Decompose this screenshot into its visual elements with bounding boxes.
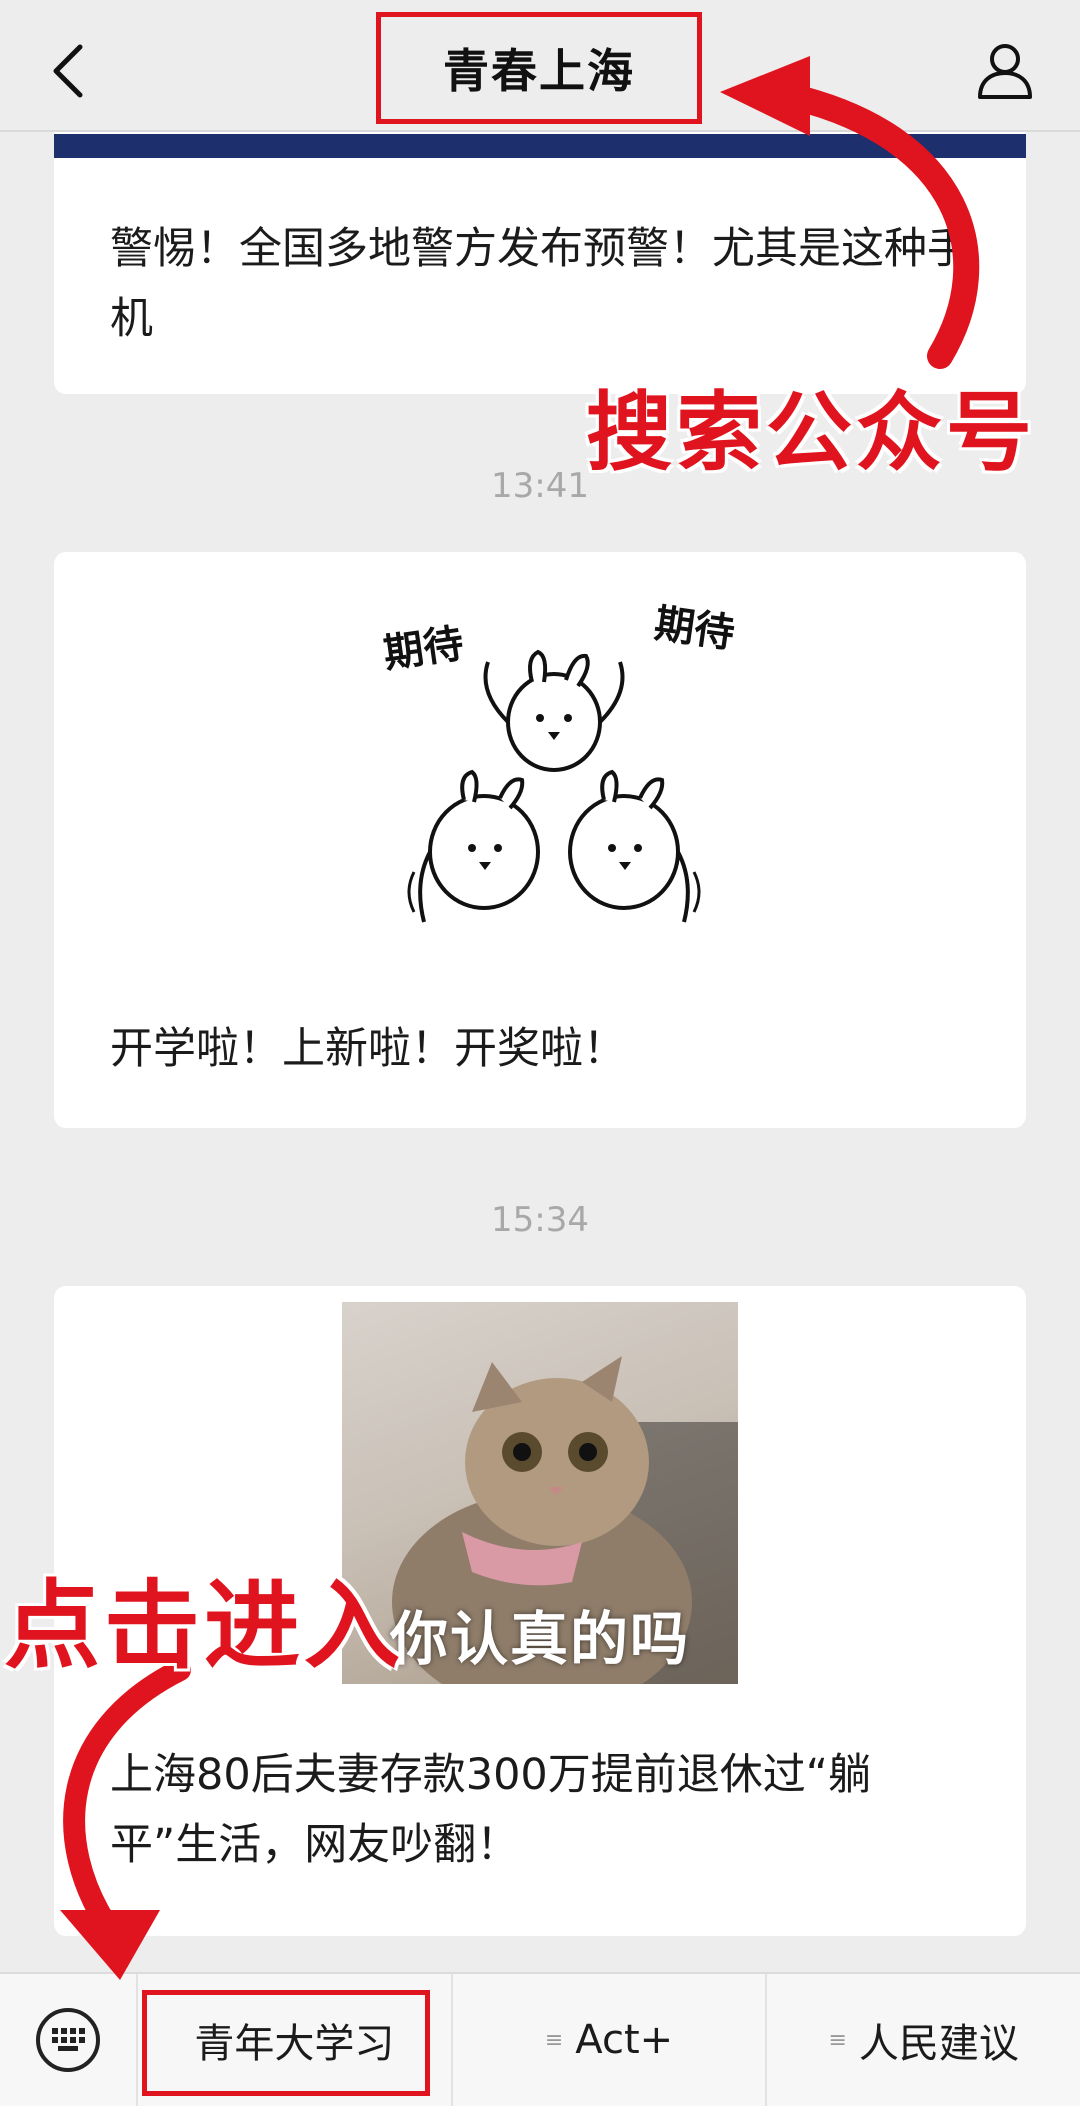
keyboard-icon	[36, 2008, 100, 2072]
chevron-left-icon	[53, 44, 83, 98]
article-title: 开学啦！上新啦！开奖啦！	[110, 1024, 626, 1074]
timestamp: 15:34	[491, 1200, 589, 1240]
sticker-text-right: 期待	[652, 601, 738, 658]
menu-item-highlight	[142, 1990, 430, 2096]
keyboard-toggle-button[interactable]	[0, 1974, 136, 2106]
annotation-arrow-click	[60, 1660, 191, 1980]
page-title-highlight: 青春上海	[376, 12, 702, 124]
menu-item-act-plus[interactable]: ≡ Act+	[450, 1974, 766, 2106]
sticker-text-left: 期待	[381, 621, 467, 678]
article-card[interactable]: 期待 期待 开学啦！上新啦！开奖啦！	[54, 552, 1026, 1128]
annotation-click-label: 点击进入	[4, 1570, 404, 1682]
submenu-icon: ≡	[828, 2027, 847, 2053]
menu-item-label: 人民建议	[858, 2021, 1019, 2067]
back-button[interactable]	[38, 36, 98, 106]
rabbit-sticker-image: 期待 期待	[354, 572, 754, 972]
annotation-arrow-search	[720, 56, 980, 369]
submenu-icon: ≡	[544, 2027, 564, 2053]
menu-item-label: Act+	[575, 2017, 674, 2063]
page-title: 青春上海	[443, 44, 635, 98]
menu-item-people-suggestions[interactable]: ≡ 人民建议	[765, 1974, 1080, 2106]
annotation-search-label: 搜索公众号	[586, 383, 1036, 483]
article-title: 上海80后夫妻存款300万提前退休过“躺平”生活，网友吵翻！	[110, 1750, 872, 1870]
